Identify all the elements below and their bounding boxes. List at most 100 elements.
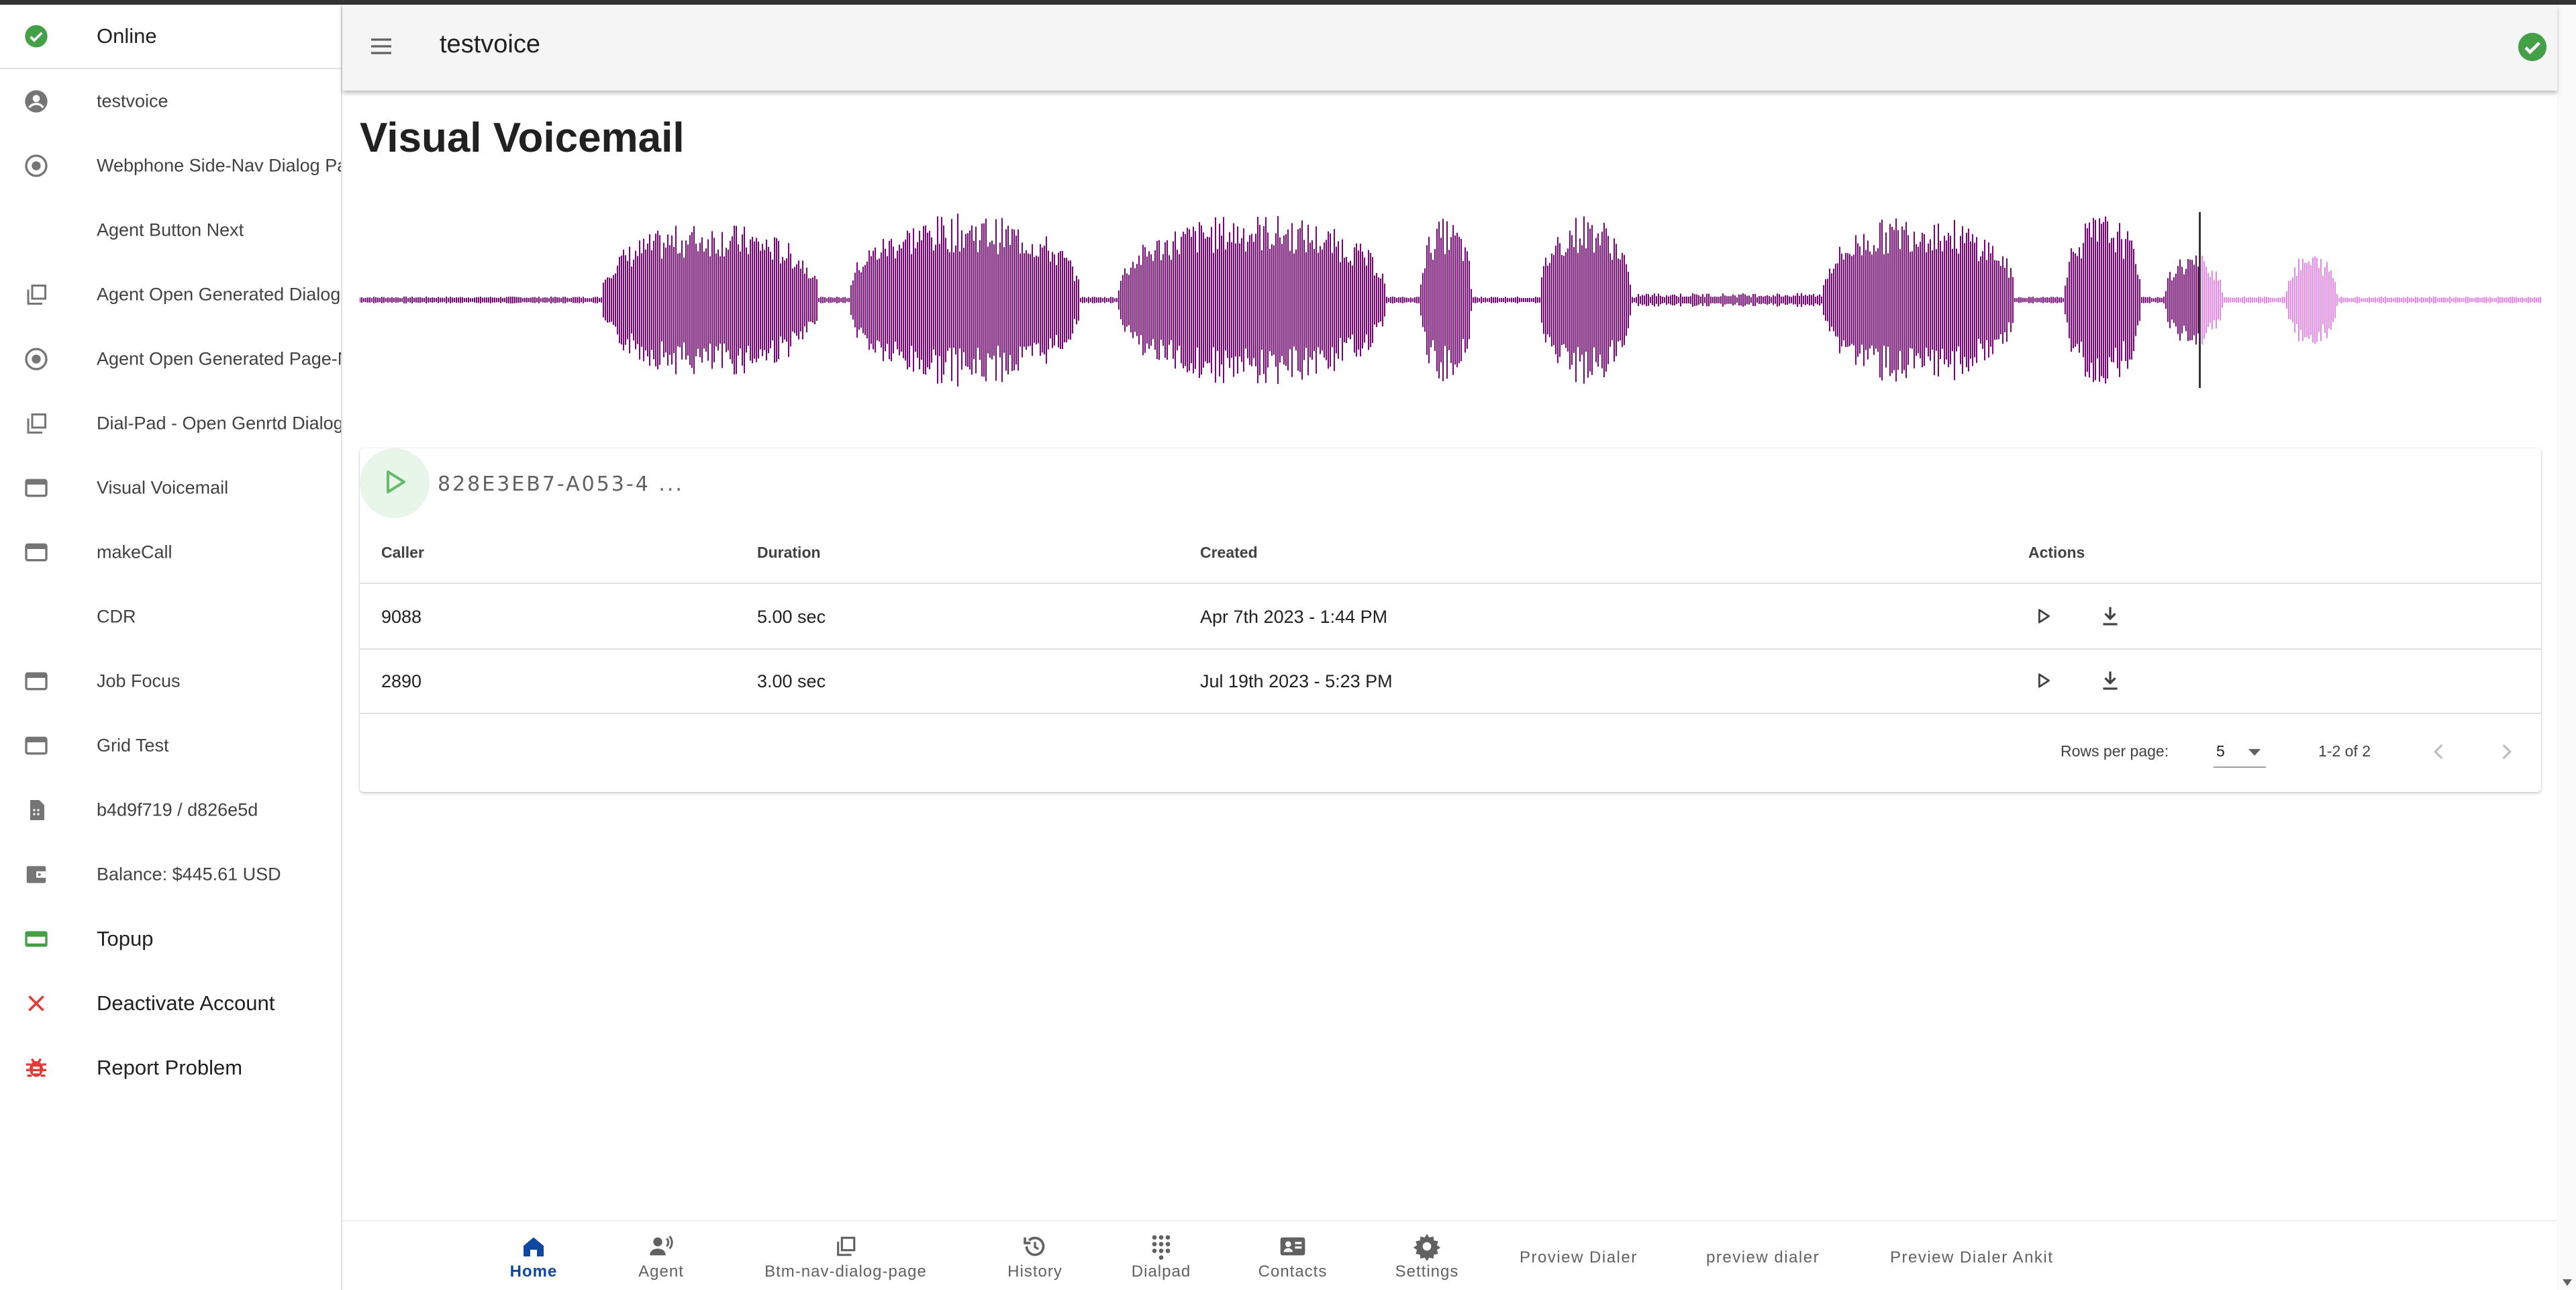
sidebar-item-label: Webphone Side-Nav Dialog Page: [97, 155, 342, 176]
bottom-nav-label: Btm-nav-dialog-page: [764, 1262, 927, 1281]
bottom-nav-contacts[interactable]: Contacts: [1239, 1222, 1346, 1290]
bottom-nav-history[interactable]: History: [988, 1222, 1082, 1290]
filter-none-icon: [21, 280, 51, 309]
sidebar-item-account[interactable]: testvoice: [0, 69, 341, 134]
bottom-nav-preview-dialer[interactable]: preview dialer: [1706, 1248, 1820, 1267]
sidebar-item-agent-button-next[interactable]: Agent Button Next: [0, 198, 341, 262]
app-title: testvoice: [440, 30, 540, 58]
column-header-created[interactable]: Created: [1200, 544, 1258, 562]
next-page-button[interactable]: [2487, 734, 2525, 772]
web-asset-icon: [21, 731, 51, 760]
waveform-played-region: [359, 213, 2199, 387]
filter-none-icon: [21, 409, 51, 438]
voicemail-card: 828E3EB7-A053-4 ... Caller Duration Crea…: [360, 448, 2541, 792]
rows-per-page-label: Rows per page:: [2061, 742, 2169, 760]
vertical-scrollbar[interactable]: [2557, 5, 2576, 1290]
waveform-cursor[interactable]: [2199, 212, 2201, 388]
sidebar-item-label: Visual Voicemail: [97, 477, 229, 498]
bottom-nav-label: Dialpad: [1131, 1262, 1191, 1281]
credit-card-icon: [21, 924, 51, 954]
sidebar-item-label: Balance: $445.61 USD: [97, 864, 281, 885]
bottom-nav-proview-dialer[interactable]: Proview Dialer: [1520, 1248, 1638, 1267]
bottom-nav-home[interactable]: Home: [494, 1222, 573, 1290]
bottom-nav-dialpad[interactable]: Dialpad: [1114, 1222, 1208, 1290]
column-header-actions: Actions: [2028, 544, 2085, 561]
sidebar-item-job-focus[interactable]: Job Focus: [0, 649, 341, 713]
sidebar-item-grid-test[interactable]: Grid Test: [0, 713, 341, 778]
scroll-down-arrow-icon[interactable]: [2563, 1279, 2572, 1286]
menu-button[interactable]: [362, 29, 400, 66]
sidebar-item-report-problem[interactable]: Report Problem: [0, 1036, 341, 1100]
filter-none-icon: [831, 1232, 860, 1261]
row-download-button[interactable]: [2094, 601, 2126, 634]
sidebar-item-label: Dial-Pad - Open Genrtd Dialog: [97, 413, 342, 434]
sidebar-item-label: Topup: [97, 927, 154, 950]
sidebar-item-agent-open-dialog[interactable]: Agent Open Generated Dialog: [0, 262, 341, 327]
sidebar-item-label: Deactivate Account: [97, 991, 275, 1015]
bottom-nav-label: History: [1007, 1262, 1062, 1281]
radio-button-icon: [21, 344, 51, 374]
audio-waveform[interactable]: [359, 212, 2541, 388]
sidebar-item-webphone-dialog[interactable]: Webphone Side-Nav Dialog Page: [0, 134, 342, 198]
bottom-nav-label: Home: [509, 1262, 558, 1281]
chevron-left-icon: [2428, 740, 2450, 766]
sidebar-item-dialpad-dialog[interactable]: Dial-Pad - Open Genrtd Dialog: [0, 391, 342, 456]
row-play-button[interactable]: [2027, 666, 2059, 698]
sidebar-item-label: Report Problem: [97, 1056, 243, 1079]
web-asset-icon: [21, 473, 51, 503]
column-header-duration[interactable]: Duration: [757, 544, 821, 562]
sidebar-item-label: testvoice: [97, 91, 168, 111]
sidebar-item-label: Online: [97, 24, 157, 48]
bottom-nav-btm-dialog-page[interactable]: Btm-nav-dialog-page: [745, 1222, 946, 1290]
bottom-nav-label: Settings: [1395, 1262, 1459, 1281]
duration-cell: 5.00 sec: [757, 607, 826, 627]
agent-icon: [646, 1232, 676, 1261]
caller-cell: 9088: [381, 607, 422, 627]
current-voicemail-id: 828E3EB7-A053-4 ...: [438, 473, 684, 496]
close-icon: [21, 989, 51, 1018]
check-circle-icon: [21, 21, 51, 51]
play-icon: [2032, 669, 2054, 695]
sidebar-item-sim-id[interactable]: b4d9f719 / d826e5d: [0, 778, 341, 842]
dialpad-icon: [1146, 1232, 1176, 1261]
sidebar-item-label: CDR: [97, 606, 136, 627]
wallet-icon: [21, 860, 51, 889]
bottom-nav-settings[interactable]: Settings: [1380, 1222, 1474, 1290]
sidebar-item-agent-open-page[interactable]: Agent Open Generated Page-Nav: [0, 327, 341, 391]
rows-per-page-select[interactable]: 5: [2214, 740, 2266, 768]
chevron-right-icon: [2495, 740, 2518, 766]
sidebar-item-cdr[interactable]: CDR: [0, 585, 341, 649]
column-header-caller[interactable]: Caller: [381, 544, 424, 562]
row-download-button[interactable]: [2094, 666, 2126, 698]
player-play-button[interactable]: [360, 448, 430, 518]
row-play-button[interactable]: [2027, 601, 2059, 634]
caret-down-icon: [2248, 749, 2261, 756]
sidebar-item-deactivate[interactable]: Deactivate Account: [0, 971, 341, 1036]
sidebar-item-topup[interactable]: Topup: [0, 907, 341, 971]
window-top-border: [0, 0, 2576, 5]
table-row[interactable]: 9088 5.00 sec Apr 7th 2023 - 1:44 PM: [360, 585, 2541, 650]
play-icon: [2032, 605, 2054, 631]
sidebar-item-online[interactable]: Online: [0, 5, 341, 69]
table-header: Caller Duration Created Actions: [360, 519, 2541, 584]
caller-cell: 2890: [381, 671, 422, 691]
bottom-nav-agent[interactable]: Agent: [622, 1222, 701, 1290]
pagination-range: 1-2 of 2: [2318, 742, 2371, 760]
bug-icon: [21, 1053, 51, 1083]
duration-cell: 3.00 sec: [757, 671, 826, 691]
rows-per-page-value: 5: [2216, 742, 2225, 760]
radio-button-icon: [21, 151, 51, 181]
previous-page-button[interactable]: [2420, 734, 2458, 772]
sidebar-item-visual-voicemail[interactable]: Visual Voicemail: [0, 456, 341, 520]
home-icon: [519, 1232, 548, 1261]
table-row[interactable]: 2890 3.00 sec Jul 19th 2023 - 5:23 PM: [360, 650, 2541, 714]
sidebar-item-label: Agent Open Generated Page-Nav: [97, 348, 341, 369]
sidebar-item-label: makeCall: [97, 542, 172, 562]
history-icon: [1020, 1232, 1050, 1261]
sidebar-item-label: Grid Test: [97, 735, 169, 756]
sidebar-item-balance[interactable]: Balance: $445.61 USD: [0, 842, 341, 907]
bottom-nav-preview-dialer-ankit[interactable]: Preview Dialer Ankit: [1890, 1248, 2053, 1267]
created-cell: Jul 19th 2023 - 5:23 PM: [1200, 671, 1393, 691]
side-nav: Online testvoice Webphone Side-Nav Dialo…: [0, 5, 342, 1290]
sidebar-item-makecall[interactable]: makeCall: [0, 520, 341, 585]
